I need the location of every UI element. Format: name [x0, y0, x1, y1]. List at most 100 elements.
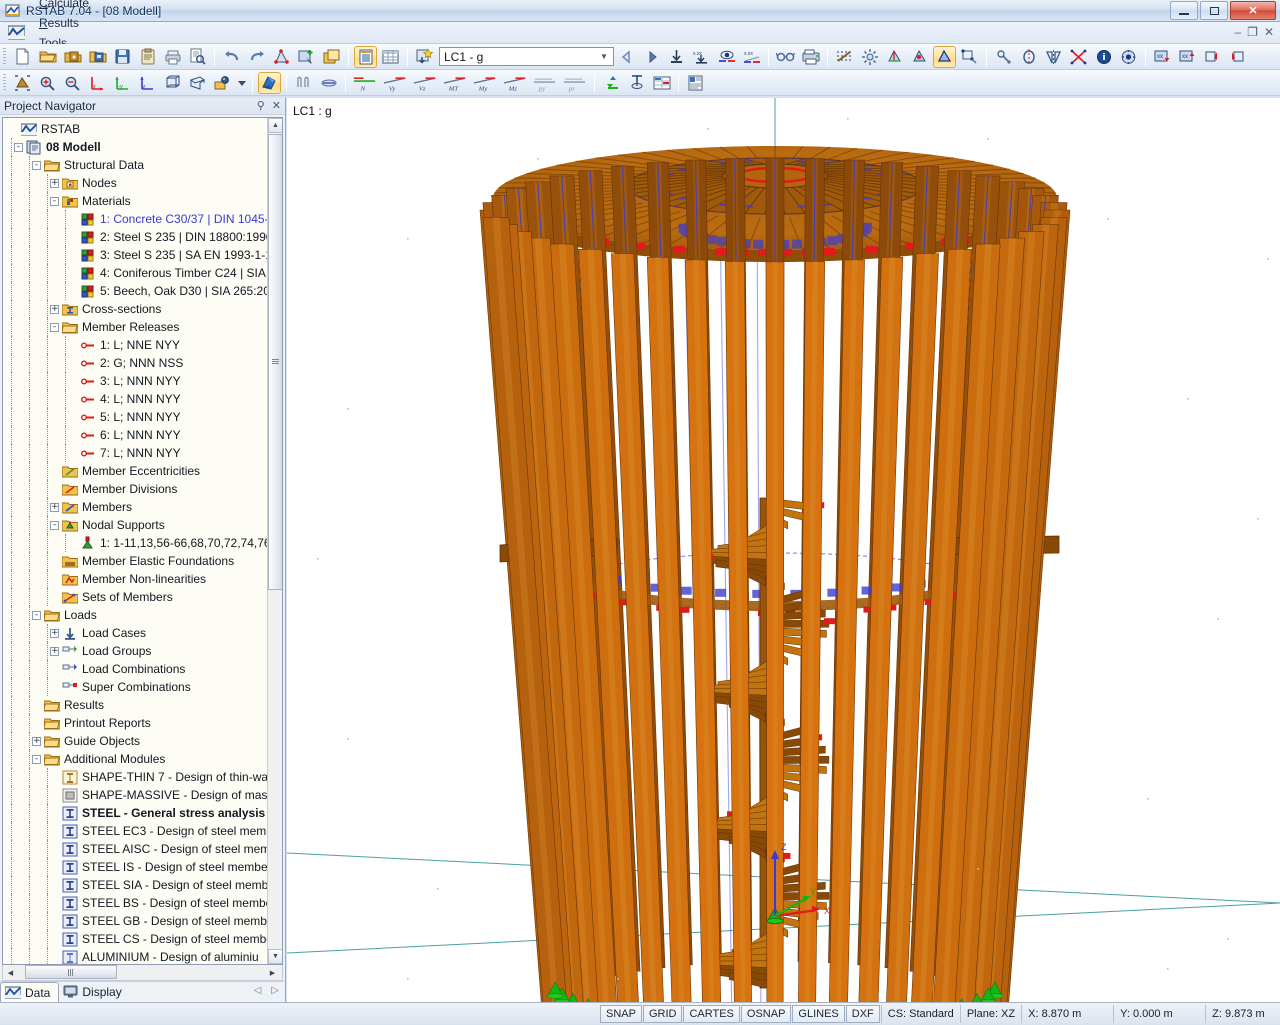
collapse-icon[interactable]: -	[32, 611, 41, 620]
node-snap-icon[interactable]	[958, 46, 981, 68]
status-toggle-cartes[interactable]: CARTES	[683, 1005, 739, 1023]
rotate-icon[interactable]	[1017, 46, 1040, 68]
tree-node[interactable]: -Materials	[5, 192, 267, 210]
clipboard-icon[interactable]	[136, 46, 159, 68]
prev-load-case-icon[interactable]	[615, 46, 638, 68]
scroll-right-arrow-icon[interactable]: ▶	[265, 966, 280, 980]
close-icon[interactable]: ✕	[272, 99, 281, 112]
pin-icon[interactable]: ⚲	[257, 99, 265, 112]
navigator-tabs[interactable]: Data Display ◁ ▷	[0, 981, 285, 1002]
collapse-icon[interactable]: -	[50, 521, 59, 530]
mirror-icon[interactable]	[1042, 46, 1065, 68]
tree-node[interactable]: -Member Releases	[5, 318, 267, 336]
close-button[interactable]: ✕	[1230, 1, 1276, 20]
tree-node[interactable]: SHAPE-THIN 7 - Design of thin-wa	[5, 768, 267, 786]
import-data-icon[interactable]	[1201, 46, 1224, 68]
tree-node[interactable]: 4: Coniferous Timber C24 | SIA	[5, 264, 267, 282]
mdi-close-button[interactable]: ✕	[1264, 25, 1274, 39]
tree-node[interactable]: Printout Reports	[5, 714, 267, 732]
tree-node[interactable]: 1: L; NNE NYY	[5, 336, 267, 354]
view-settings-icon[interactable]	[1117, 46, 1140, 68]
result-table-icon[interactable]	[650, 72, 673, 94]
import-dxf-icon[interactable]: xx	[1151, 46, 1174, 68]
deform-uz-icon[interactable]: pz	[561, 72, 589, 94]
model-viewport[interactable]: LC1 : g	[287, 98, 1280, 1002]
save-icon[interactable]	[111, 46, 134, 68]
load-result-icon[interactable]: x.xx	[740, 46, 763, 68]
tree-node[interactable]: 6: L; NNN NYY	[5, 426, 267, 444]
navigator-vertical-scrollbar[interactable]: ▲ ▼	[267, 118, 282, 964]
tree-node[interactable]: 3: Steel S 235 | SA EN 1993-1-1	[5, 246, 267, 264]
zoom-out-icon[interactable]	[61, 72, 84, 94]
expand-icon[interactable]: +	[50, 647, 59, 656]
tree-node[interactable]: +Nodes	[5, 174, 267, 192]
tree-node[interactable]: STEEL IS - Design of steel member	[5, 858, 267, 876]
isometric-icon[interactable]	[161, 72, 184, 94]
tree-node[interactable]: STEEL CS - Design of steel membe	[5, 930, 267, 948]
axial-force-N-icon[interactable]: N	[351, 72, 379, 94]
tree-node[interactable]: Results	[5, 696, 267, 714]
perspective-icon[interactable]	[186, 72, 209, 94]
tree-node[interactable]: SHAPE-MASSIVE - Design of mass	[5, 786, 267, 804]
axes-global-icon[interactable]	[933, 46, 956, 68]
tree-node[interactable]: STEEL SIA - Design of steel memb	[5, 876, 267, 894]
column-members-front[interactable]	[483, 210, 1070, 1002]
glasses-icon[interactable]	[774, 46, 797, 68]
deformation-icon[interactable]	[292, 72, 315, 94]
load-case-combo[interactable]: LC1 - g ▼	[439, 47, 614, 66]
tree-node[interactable]: STEEL EC3 - Design of steel memb	[5, 822, 267, 840]
minimize-button[interactable]	[1170, 1, 1198, 20]
expand-icon[interactable]: +	[50, 629, 59, 638]
vertical-scroll-thumb[interactable]	[268, 134, 283, 590]
expand-icon[interactable]: +	[32, 737, 41, 746]
tree-node[interactable]: +Load Cases	[5, 624, 267, 642]
tree-node[interactable]: Super Combinations	[5, 678, 267, 696]
status-toggle-glines[interactable]: GLINES	[792, 1005, 844, 1023]
print-icon[interactable]	[161, 46, 184, 68]
undo-icon[interactable]	[220, 46, 243, 68]
show-loads-icon[interactable]	[715, 46, 738, 68]
tab-next-icon[interactable]: ▷	[271, 985, 279, 996]
tree-node[interactable]: 2: Steel S 235 | DIN 18800:1990-	[5, 228, 267, 246]
collapse-icon[interactable]: -	[50, 197, 59, 206]
expand-icon[interactable]: +	[50, 305, 59, 314]
tree-node[interactable]: 1: 1-11,13,56-66,68,70,72,74,76,	[5, 534, 267, 552]
tree-node[interactable]: +Members	[5, 498, 267, 516]
tree-node[interactable]: Load Combinations	[5, 660, 267, 678]
tree-node[interactable]: +Cross-sections	[5, 300, 267, 318]
tree-node[interactable]: STEEL BS - Design of steel membe	[5, 894, 267, 912]
toolbar-grip[interactable]	[3, 74, 6, 91]
tree-node[interactable]: 7: L; NNN NYY	[5, 444, 267, 462]
next-load-case-icon[interactable]	[640, 46, 663, 68]
tree-node[interactable]: 1: Concrete C30/37 | DIN 1045-	[5, 210, 267, 228]
tree-node[interactable]: 5: Beech, Oak D30 | SIA 265:200	[5, 282, 267, 300]
export-data-icon[interactable]	[1226, 46, 1249, 68]
status-toggle-dxf[interactable]: DXF	[846, 1005, 880, 1023]
mdi-window-controls[interactable]: – ❐ ✕	[1234, 25, 1274, 39]
print-preview-icon[interactable]	[186, 46, 209, 68]
tree-node[interactable]: -Additional Modules	[5, 750, 267, 768]
moment-Mz-icon[interactable]: Mz	[501, 72, 529, 94]
torsion-MT-icon[interactable]: MT	[441, 72, 469, 94]
scroll-up-arrow-icon[interactable]: ▲	[268, 118, 283, 133]
support-forces-icon[interactable]	[625, 72, 648, 94]
tab-scroll-controls[interactable]: ◁ ▷	[254, 985, 279, 996]
horizontal-scroll-thumb[interactable]	[25, 965, 117, 979]
deform-uy-icon[interactable]: py	[531, 72, 559, 94]
tables-panel-icon[interactable]	[354, 46, 377, 68]
menu-item-calculate[interactable]: Calculate	[31, 0, 134, 13]
view-z-icon[interactable]: z	[136, 72, 159, 94]
axes-local-icon[interactable]	[908, 46, 931, 68]
collapse-icon[interactable]: -	[32, 755, 41, 764]
view-y-icon[interactable]: -y	[111, 72, 134, 94]
navigator-tab-display[interactable]: Display	[59, 982, 129, 1002]
tree-node[interactable]: Sets of Members	[5, 588, 267, 606]
status-bar-toggles[interactable]: SNAPGRIDCARTESOSNAPGLINESDXF	[600, 1005, 881, 1023]
mdi-restore-button[interactable]: ❐	[1247, 25, 1258, 39]
shear-Vy-icon[interactable]: Vy	[381, 72, 409, 94]
new-load-case-icon[interactable]	[413, 46, 436, 68]
render-dropdown-icon[interactable]	[236, 72, 247, 94]
collapse-icon[interactable]: -	[32, 161, 41, 170]
axes-xyz-icon[interactable]	[883, 46, 906, 68]
tree-node[interactable]: ALUMINIUM - Design of aluminiu	[5, 948, 267, 964]
